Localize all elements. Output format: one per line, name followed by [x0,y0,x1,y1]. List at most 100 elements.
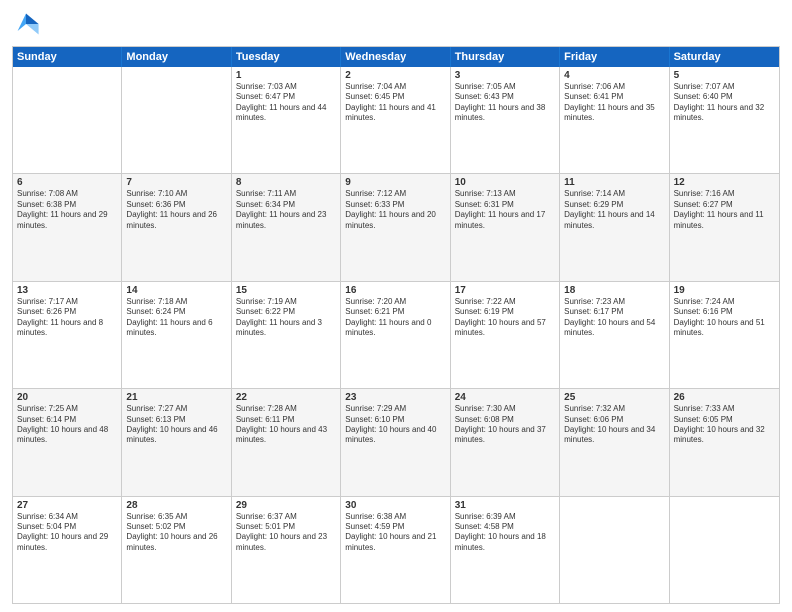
calendar-cell: 15Sunrise: 7:19 AM Sunset: 6:22 PM Dayli… [232,282,341,388]
day-number: 5 [674,70,775,81]
day-number: 15 [236,285,336,296]
calendar-cell: 17Sunrise: 7:22 AM Sunset: 6:19 PM Dayli… [451,282,560,388]
day-number: 4 [564,70,664,81]
cell-info: Sunrise: 7:33 AM Sunset: 6:05 PM Dayligh… [674,404,775,446]
day-number: 7 [126,177,226,188]
calendar-row: 1Sunrise: 7:03 AM Sunset: 6:47 PM Daylig… [13,67,779,174]
day-number: 23 [345,392,445,403]
calendar-cell: 30Sunrise: 6:38 AM Sunset: 4:59 PM Dayli… [341,497,450,603]
calendar-cell [670,497,779,603]
calendar-cell: 13Sunrise: 7:17 AM Sunset: 6:26 PM Dayli… [13,282,122,388]
cell-info: Sunrise: 7:06 AM Sunset: 6:41 PM Dayligh… [564,82,664,124]
day-number: 25 [564,392,664,403]
cell-info: Sunrise: 7:22 AM Sunset: 6:19 PM Dayligh… [455,297,555,339]
calendar-row: 6Sunrise: 7:08 AM Sunset: 6:38 PM Daylig… [13,174,779,281]
day-number: 14 [126,285,226,296]
calendar-cell: 26Sunrise: 7:33 AM Sunset: 6:05 PM Dayli… [670,389,779,495]
day-number: 12 [674,177,775,188]
cell-info: Sunrise: 7:14 AM Sunset: 6:29 PM Dayligh… [564,189,664,231]
calendar-cell: 29Sunrise: 6:37 AM Sunset: 5:01 PM Dayli… [232,497,341,603]
day-number: 27 [17,500,117,511]
calendar-cell: 6Sunrise: 7:08 AM Sunset: 6:38 PM Daylig… [13,174,122,280]
calendar-cell: 25Sunrise: 7:32 AM Sunset: 6:06 PM Dayli… [560,389,669,495]
day-number: 9 [345,177,445,188]
calendar-cell: 16Sunrise: 7:20 AM Sunset: 6:21 PM Dayli… [341,282,450,388]
header-cell-tuesday: Tuesday [232,47,341,67]
day-number: 1 [236,70,336,81]
calendar-row: 20Sunrise: 7:25 AM Sunset: 6:14 PM Dayli… [13,389,779,496]
calendar-cell: 2Sunrise: 7:04 AM Sunset: 6:45 PM Daylig… [341,67,450,173]
cell-info: Sunrise: 7:13 AM Sunset: 6:31 PM Dayligh… [455,189,555,231]
calendar-cell: 20Sunrise: 7:25 AM Sunset: 6:14 PM Dayli… [13,389,122,495]
cell-info: Sunrise: 7:17 AM Sunset: 6:26 PM Dayligh… [17,297,117,339]
logo [12,10,42,38]
day-number: 18 [564,285,664,296]
cell-info: Sunrise: 7:32 AM Sunset: 6:06 PM Dayligh… [564,404,664,446]
cell-info: Sunrise: 7:29 AM Sunset: 6:10 PM Dayligh… [345,404,445,446]
cell-info: Sunrise: 7:19 AM Sunset: 6:22 PM Dayligh… [236,297,336,339]
calendar-cell: 4Sunrise: 7:06 AM Sunset: 6:41 PM Daylig… [560,67,669,173]
calendar: SundayMondayTuesdayWednesdayThursdayFrid… [12,46,780,604]
calendar-cell: 3Sunrise: 7:05 AM Sunset: 6:43 PM Daylig… [451,67,560,173]
cell-info: Sunrise: 7:28 AM Sunset: 6:11 PM Dayligh… [236,404,336,446]
calendar-header: SundayMondayTuesdayWednesdayThursdayFrid… [13,47,779,67]
calendar-cell: 21Sunrise: 7:27 AM Sunset: 6:13 PM Dayli… [122,389,231,495]
day-number: 29 [236,500,336,511]
calendar-cell [122,67,231,173]
calendar-cell: 22Sunrise: 7:28 AM Sunset: 6:11 PM Dayli… [232,389,341,495]
calendar-container: SundayMondayTuesdayWednesdayThursdayFrid… [0,0,792,612]
calendar-cell: 23Sunrise: 7:29 AM Sunset: 6:10 PM Dayli… [341,389,450,495]
day-number: 22 [236,392,336,403]
cell-info: Sunrise: 7:20 AM Sunset: 6:21 PM Dayligh… [345,297,445,339]
logo-icon [12,10,40,38]
calendar-cell: 10Sunrise: 7:13 AM Sunset: 6:31 PM Dayli… [451,174,560,280]
calendar-cell: 27Sunrise: 6:34 AM Sunset: 5:04 PM Dayli… [13,497,122,603]
cell-info: Sunrise: 7:05 AM Sunset: 6:43 PM Dayligh… [455,82,555,124]
cell-info: Sunrise: 7:18 AM Sunset: 6:24 PM Dayligh… [126,297,226,339]
day-number: 20 [17,392,117,403]
cell-info: Sunrise: 7:23 AM Sunset: 6:17 PM Dayligh… [564,297,664,339]
cell-info: Sunrise: 7:03 AM Sunset: 6:47 PM Dayligh… [236,82,336,124]
calendar-cell: 31Sunrise: 6:39 AM Sunset: 4:58 PM Dayli… [451,497,560,603]
cell-info: Sunrise: 7:12 AM Sunset: 6:33 PM Dayligh… [345,189,445,231]
day-number: 13 [17,285,117,296]
calendar-cell: 7Sunrise: 7:10 AM Sunset: 6:36 PM Daylig… [122,174,231,280]
day-number: 21 [126,392,226,403]
day-number: 17 [455,285,555,296]
cell-info: Sunrise: 7:16 AM Sunset: 6:27 PM Dayligh… [674,189,775,231]
header-cell-wednesday: Wednesday [341,47,450,67]
day-number: 2 [345,70,445,81]
day-number: 11 [564,177,664,188]
calendar-cell: 12Sunrise: 7:16 AM Sunset: 6:27 PM Dayli… [670,174,779,280]
cell-info: Sunrise: 7:04 AM Sunset: 6:45 PM Dayligh… [345,82,445,124]
day-number: 26 [674,392,775,403]
header-cell-thursday: Thursday [451,47,560,67]
cell-info: Sunrise: 7:24 AM Sunset: 6:16 PM Dayligh… [674,297,775,339]
header-cell-friday: Friday [560,47,669,67]
calendar-cell: 5Sunrise: 7:07 AM Sunset: 6:40 PM Daylig… [670,67,779,173]
cell-info: Sunrise: 7:07 AM Sunset: 6:40 PM Dayligh… [674,82,775,124]
day-number: 6 [17,177,117,188]
day-number: 10 [455,177,555,188]
cell-info: Sunrise: 7:27 AM Sunset: 6:13 PM Dayligh… [126,404,226,446]
calendar-cell [560,497,669,603]
calendar-cell: 9Sunrise: 7:12 AM Sunset: 6:33 PM Daylig… [341,174,450,280]
day-number: 19 [674,285,775,296]
calendar-cell [13,67,122,173]
cell-info: Sunrise: 6:35 AM Sunset: 5:02 PM Dayligh… [126,512,226,554]
day-number: 16 [345,285,445,296]
day-number: 30 [345,500,445,511]
cell-info: Sunrise: 6:39 AM Sunset: 4:58 PM Dayligh… [455,512,555,554]
header-cell-monday: Monday [122,47,231,67]
cell-info: Sunrise: 7:25 AM Sunset: 6:14 PM Dayligh… [17,404,117,446]
calendar-cell: 19Sunrise: 7:24 AM Sunset: 6:16 PM Dayli… [670,282,779,388]
calendar-cell: 11Sunrise: 7:14 AM Sunset: 6:29 PM Dayli… [560,174,669,280]
cell-info: Sunrise: 7:08 AM Sunset: 6:38 PM Dayligh… [17,189,117,231]
calendar-cell: 8Sunrise: 7:11 AM Sunset: 6:34 PM Daylig… [232,174,341,280]
day-number: 3 [455,70,555,81]
day-number: 8 [236,177,336,188]
calendar-row: 13Sunrise: 7:17 AM Sunset: 6:26 PM Dayli… [13,282,779,389]
cell-info: Sunrise: 7:30 AM Sunset: 6:08 PM Dayligh… [455,404,555,446]
calendar-cell: 28Sunrise: 6:35 AM Sunset: 5:02 PM Dayli… [122,497,231,603]
calendar-body: 1Sunrise: 7:03 AM Sunset: 6:47 PM Daylig… [13,67,779,603]
